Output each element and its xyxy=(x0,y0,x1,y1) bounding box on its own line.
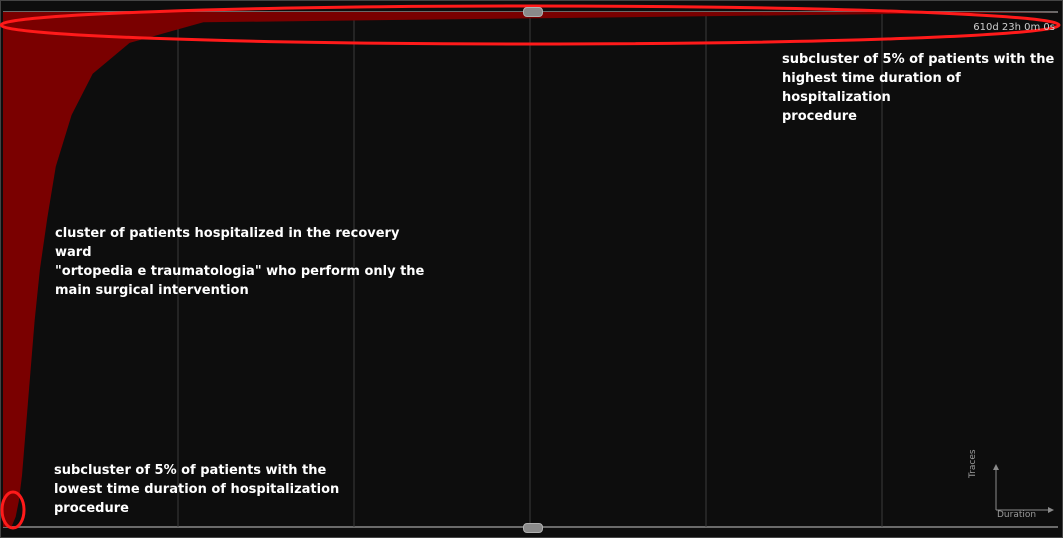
range-handle-bottom[interactable] xyxy=(523,523,543,533)
annotation-highest-duration: subcluster of 5% of patients with the hi… xyxy=(782,52,1055,124)
y-axis-label: Traces xyxy=(968,449,978,478)
max-duration-label: 610d 23h 0m 0s xyxy=(973,22,1055,33)
annotation-lowest-duration: subcluster of 5% of patients with the lo… xyxy=(54,463,340,516)
annotation-cluster: cluster of patients hospitalized in the … xyxy=(55,226,425,298)
x-axis-label: Duration xyxy=(997,510,1037,520)
range-handle-top[interactable] xyxy=(523,7,543,17)
